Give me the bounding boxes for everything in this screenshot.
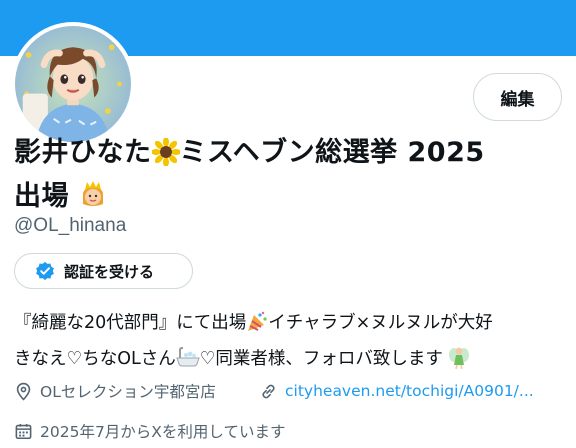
bio-line-2: きなえ♡ちなOLさん ♡同業者様、フォロバ致します	[14, 344, 570, 380]
bio-text-4: ♡同業者様、フォロバ致します	[199, 349, 443, 369]
bio-line-1: 『綺麗な20代部門』にて出場 イチャラブ×ヌルヌルが大好	[14, 308, 570, 344]
profile-avatar[interactable]	[11, 22, 135, 146]
get-verified-label: 認証を受ける	[64, 262, 155, 281]
profile-website-link[interactable]: cityheaven.net/tochigi/A0901/...	[259, 379, 534, 403]
display-name-part-2: ミスヘブン総選挙 2025	[179, 137, 485, 168]
bio-text-3: きなえ♡ちなOLさん	[14, 349, 176, 369]
bathtub-emoji-icon	[176, 347, 200, 380]
location-pin-icon	[16, 382, 31, 401]
join-date-text: 2025年7月からXを利用しています	[40, 423, 286, 441]
display-name-part-3: 出場	[14, 181, 69, 212]
verified-badge-icon	[36, 261, 54, 281]
sunflower-emoji-icon	[150, 137, 181, 177]
bio-text-1: 『綺麗な20代部門』にて出場	[14, 313, 247, 333]
calendar-icon	[15, 423, 32, 439]
edit-profile-button[interactable]: 編集	[473, 73, 562, 121]
location-text: OLセレクション宇都宮店	[40, 383, 216, 401]
profile-location: OLセレクション宇都宮店	[14, 379, 216, 403]
user-handle: @OL_hinana	[14, 215, 127, 236]
party-popper-emoji-icon	[246, 311, 268, 344]
profile-bio: 『綺麗な20代部門』にて出場 イチャラブ×ヌルヌルが大好 きなえ♡ちなOLさん ♡同…	[14, 308, 570, 380]
bio-text-2: イチャラブ×ヌルヌルが大好	[268, 313, 493, 333]
website-url[interactable]: cityheaven.net/tochigi/A0901/...	[285, 382, 534, 400]
fairy-emoji-icon	[448, 345, 470, 380]
display-name: 影井ひなた ミスヘブン総選挙 2025 出場	[14, 133, 554, 221]
link-icon	[262, 384, 275, 398]
avatar-illustration	[15, 26, 131, 142]
display-name-part-1: 影井ひなた	[14, 137, 152, 168]
get-verified-button[interactable]: 認証を受ける	[14, 253, 193, 289]
profile-join-date: 2025年7月からXを利用しています	[14, 419, 285, 443]
